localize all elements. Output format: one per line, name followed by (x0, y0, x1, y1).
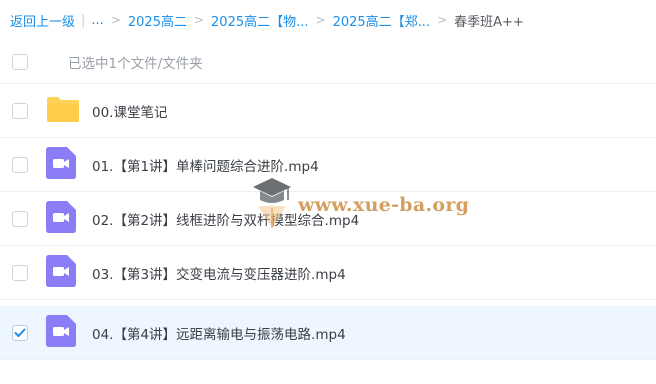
selection-header: 已选中1个文件/文件夹 (0, 40, 656, 84)
chevron-right-icon: > (110, 13, 121, 27)
file-name[interactable]: 04.【第4讲】远距离输电与振荡电路.mp4 (92, 323, 346, 343)
file-row[interactable]: 03.【第3讲】交变电流与变压器进阶.mp4 (0, 246, 656, 300)
graduation-cap-icon (252, 176, 292, 234)
folder-icon (46, 95, 80, 127)
file-row[interactable]: 04.【第4讲】远距离输电与振荡电路.mp4 (0, 306, 656, 360)
file-name[interactable]: 01.【第1讲】单棒问题综合进阶.mp4 (92, 155, 319, 175)
video-icon (46, 200, 76, 237)
breadcrumb-item[interactable]: 2025高二【郑... (333, 11, 430, 30)
breadcrumb-item[interactable]: 2025高二 (128, 11, 187, 30)
breadcrumb-divider: | (81, 12, 86, 28)
checkmark-icon (14, 323, 26, 342)
row-checkbox[interactable] (12, 156, 28, 173)
video-icon (46, 314, 76, 351)
video-icon (46, 146, 76, 183)
watermark: www.xue-ba.org (252, 176, 469, 234)
watermark-text: www.xue-ba.org (298, 194, 470, 216)
row-checkbox[interactable] (12, 210, 28, 227)
selection-summary: 已选中1个文件/文件夹 (68, 55, 203, 72)
chevron-right-icon: > (193, 13, 205, 27)
breadcrumb-current: 春季班A++ (454, 14, 524, 30)
row-checkbox[interactable] (12, 323, 28, 342)
video-icon (46, 254, 76, 291)
file-row[interactable]: 00.课堂笔记 (0, 84, 656, 138)
back-link[interactable]: 返回上一级 (10, 11, 75, 30)
row-checkbox[interactable] (12, 102, 28, 119)
file-name[interactable]: 00.课堂笔记 (92, 101, 167, 121)
chevron-right-icon: > (437, 13, 448, 27)
breadcrumb: 返回上一级 | ... > 2025高二 > 2025高二【物... > 202… (0, 0, 656, 40)
row-checkbox[interactable] (12, 264, 28, 281)
chevron-right-icon: > (315, 13, 326, 27)
file-name[interactable]: 03.【第3讲】交变电流与变压器进阶.mp4 (92, 263, 346, 283)
breadcrumb-ellipsis[interactable]: ... (91, 13, 103, 28)
select-all-checkbox[interactable] (12, 53, 28, 70)
breadcrumb-item[interactable]: 2025高二【物... (211, 11, 308, 30)
